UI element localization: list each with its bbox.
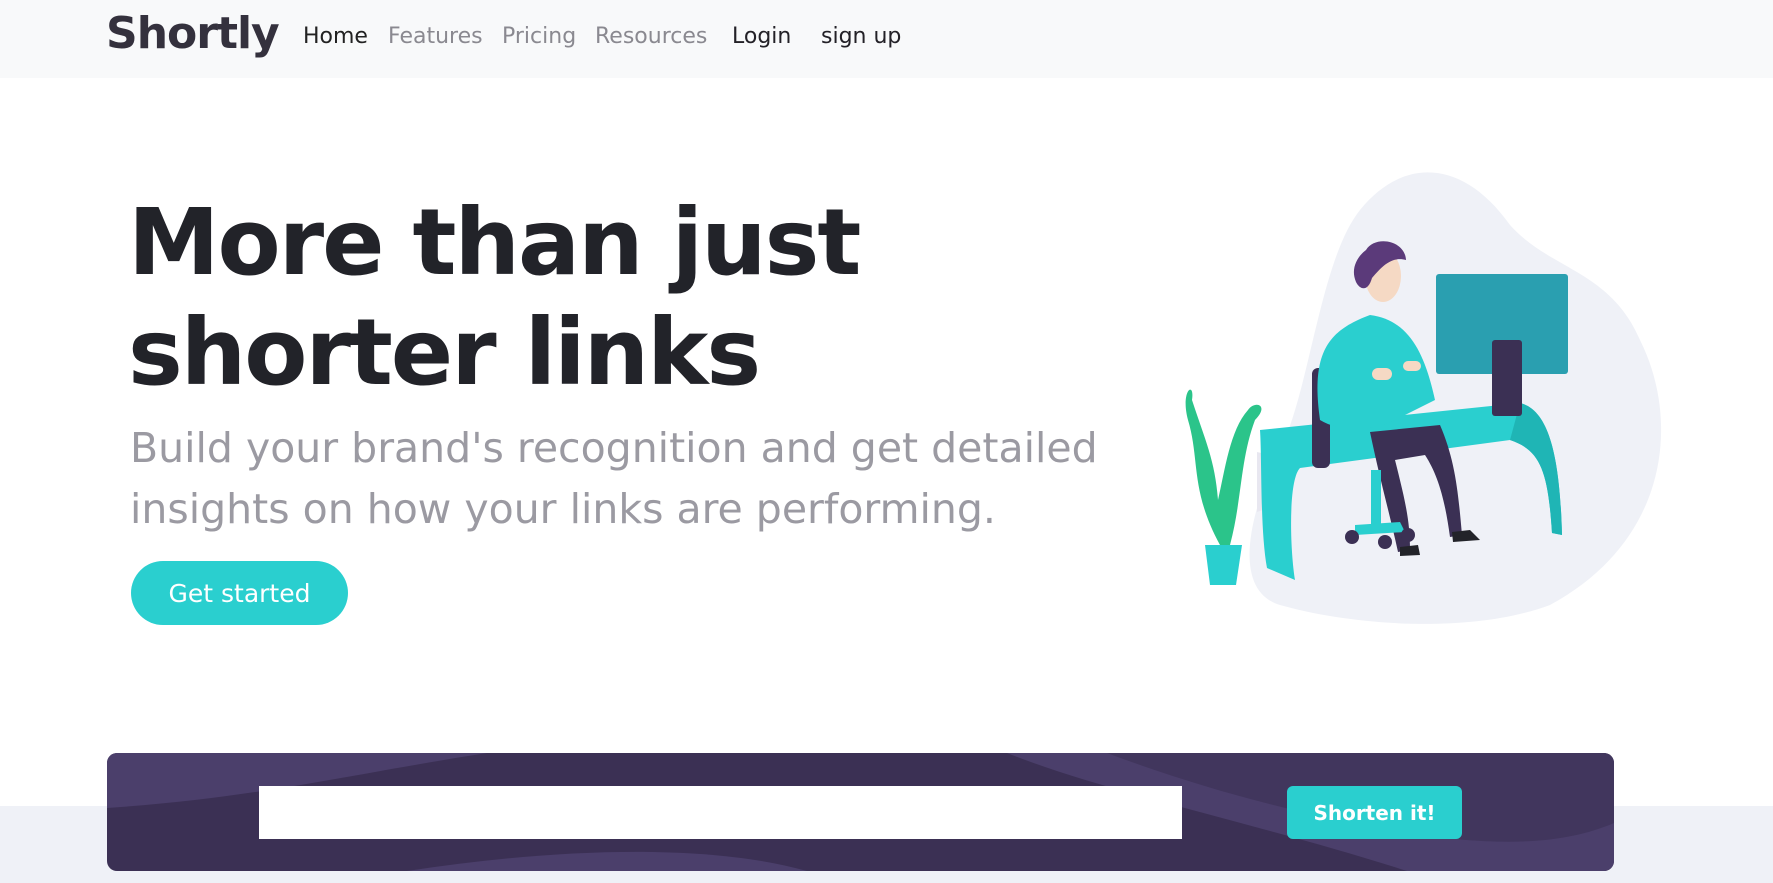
shorten-button[interactable]: Shorten it! <box>1287 786 1462 839</box>
nav-link-features[interactable]: Features <box>388 24 483 49</box>
get-started-button[interactable]: Get started <box>131 561 348 625</box>
signup-link[interactable]: sign up <box>821 24 901 49</box>
navbar: Shortly Home Features Pricing Resources … <box>0 0 1773 78</box>
shorten-form: Shorten it! <box>107 753 1614 871</box>
background-blob <box>1249 172 1662 624</box>
nav-link-pricing[interactable]: Pricing <box>502 24 576 49</box>
nav-link-home[interactable]: Home <box>303 24 368 49</box>
url-input[interactable] <box>259 786 1182 839</box>
person-working-illustration <box>1185 172 1662 624</box>
brand-logo[interactable]: Shortly <box>106 8 280 59</box>
hero-title: More than just shorter links <box>128 189 861 406</box>
nav-link-resources[interactable]: Resources <box>595 24 707 49</box>
hero-subtitle: Build your brand's recognition and get d… <box>130 424 1098 533</box>
login-link[interactable]: Login <box>732 24 791 49</box>
